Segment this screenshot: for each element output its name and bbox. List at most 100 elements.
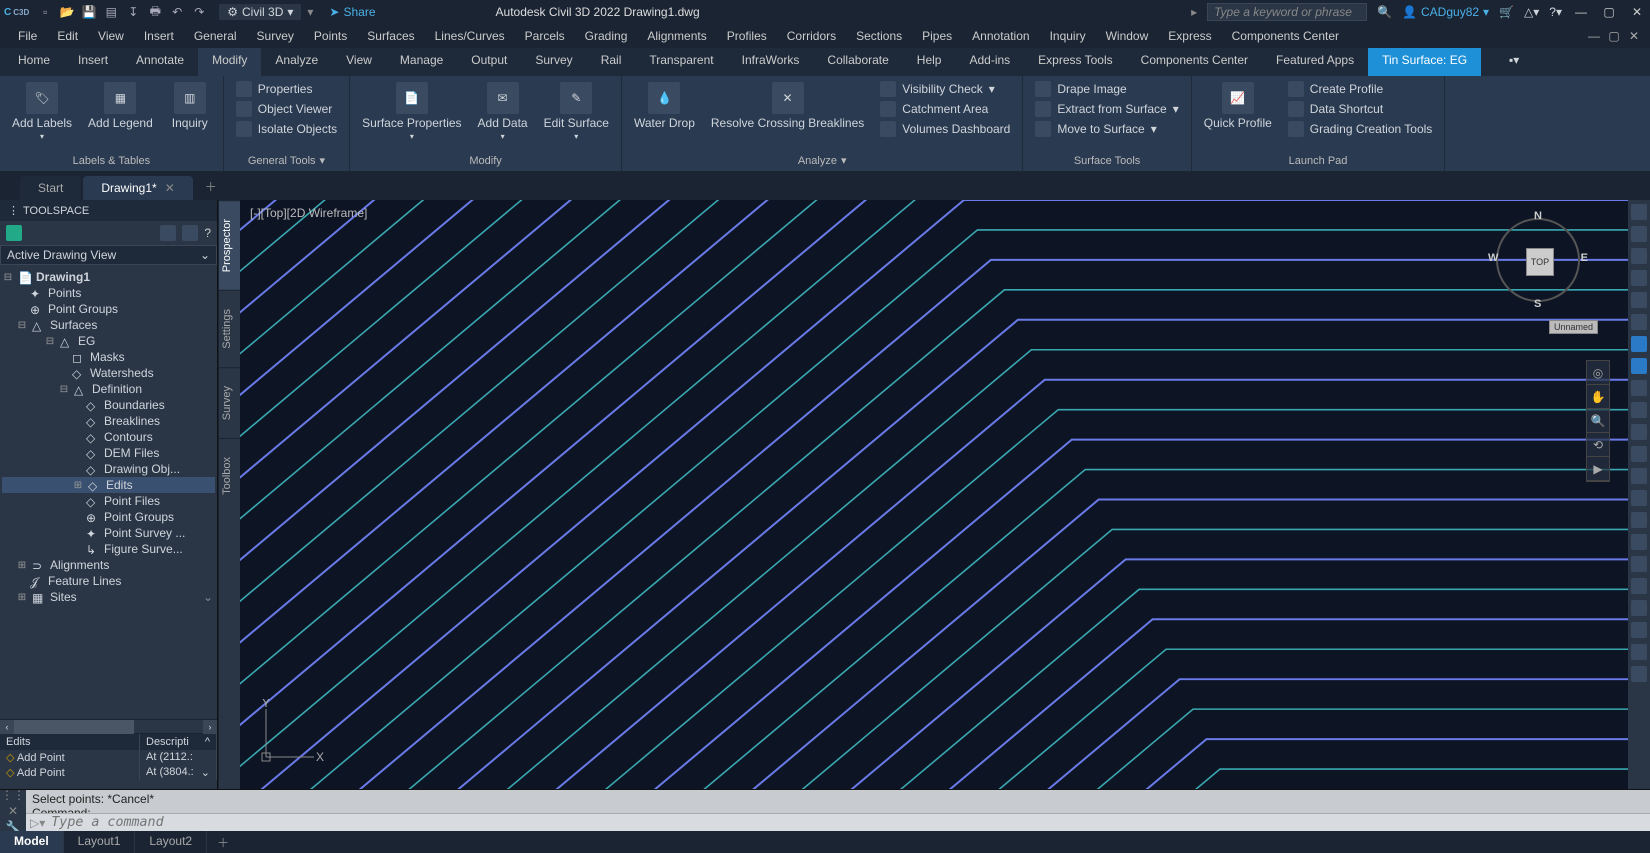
rtab-analyze[interactable]: Analyze — [261, 48, 332, 76]
maximize-button[interactable]: ▢ — [1600, 5, 1618, 19]
saveas-icon[interactable]: ▤ — [103, 4, 119, 20]
menu-sections[interactable]: Sections — [846, 26, 912, 46]
col-description[interactable]: Descripti ^ — [140, 734, 217, 750]
prospector-tree[interactable]: ⊟📄Drawing1 ✦Points ⊕Point Groups ⊟△Surfa… — [0, 265, 217, 719]
tree-point-files[interactable]: Point Files — [104, 494, 160, 508]
rtab-annotate[interactable]: Annotate — [122, 48, 198, 76]
rail-icon[interactable] — [1631, 336, 1647, 352]
rail-icon[interactable] — [1631, 380, 1647, 396]
mdi-restore-button[interactable]: ▢ — [1606, 29, 1622, 43]
scroll-right-icon[interactable]: › — [203, 720, 217, 734]
nav-orbit-icon[interactable]: ⟲ — [1587, 433, 1609, 457]
menu-window[interactable]: Window — [1096, 26, 1159, 46]
tree-definition[interactable]: Definition — [92, 382, 142, 396]
viewcube-top[interactable]: TOP — [1526, 248, 1554, 276]
rail-icon[interactable] — [1631, 666, 1647, 682]
panel-title[interactable]: General Tools▾ — [232, 152, 341, 167]
add-layout-button[interactable]: ＋ — [207, 831, 239, 853]
cmdline-grip-icon[interactable]: ⋮⋮ — [1, 788, 25, 802]
help-search-input[interactable]: Type a keyword or phrase — [1207, 3, 1367, 21]
menu-file[interactable]: File — [8, 26, 47, 46]
rail-icon[interactable] — [1631, 644, 1647, 660]
side-tab-survey[interactable]: Survey — [219, 367, 240, 438]
autodesk-icon[interactable]: △▾ — [1524, 5, 1539, 19]
create-profile-button[interactable]: Create Profile — [1284, 80, 1437, 98]
rtab-output[interactable]: Output — [457, 48, 521, 76]
tree-dem[interactable]: DEM Files — [104, 446, 159, 460]
new-icon[interactable]: ▫ — [37, 4, 53, 20]
col-edits[interactable]: Edits — [0, 734, 140, 750]
redo-icon[interactable]: ↷ — [191, 4, 207, 20]
tree-feature-lines[interactable]: Feature Lines — [48, 574, 121, 588]
rtab-help[interactable]: Help — [903, 48, 956, 76]
rail-icon[interactable] — [1631, 600, 1647, 616]
rtab-insert[interactable]: Insert — [64, 48, 122, 76]
visibility-check-button[interactable]: Visibility Check ▾ — [876, 80, 1014, 98]
toolspace-icon1[interactable] — [6, 225, 22, 241]
resolve-crossing-button[interactable]: ✕Resolve Crossing Breaklines — [707, 80, 868, 132]
tree-alignments[interactable]: Alignments — [50, 558, 109, 572]
tree-point-survey[interactable]: Point Survey ... — [104, 526, 185, 540]
rtab-express-tools[interactable]: Express Tools — [1024, 48, 1126, 76]
start-tab[interactable]: Start — [20, 176, 81, 200]
viewcube-e[interactable]: E — [1581, 252, 1588, 264]
qat-dropdown-icon[interactable]: ▾ — [307, 5, 313, 19]
rail-icon[interactable] — [1631, 578, 1647, 594]
rail-icon[interactable] — [1631, 402, 1647, 418]
menu-alignments[interactable]: Alignments — [637, 26, 716, 46]
extract-surface-button[interactable]: Extract from Surface ▾ — [1031, 100, 1182, 118]
tree-point-groups[interactable]: Point Groups — [48, 302, 118, 316]
tree-point-groups-2[interactable]: Point Groups — [104, 510, 174, 524]
side-tab-toolbox[interactable]: Toolbox — [219, 438, 240, 513]
open-icon[interactable]: 📂 — [59, 4, 75, 20]
rail-icon[interactable] — [1631, 204, 1647, 220]
menu-pipes[interactable]: Pipes — [912, 26, 962, 46]
toolspace-icon3[interactable] — [182, 225, 198, 241]
object-viewer-button[interactable]: Object Viewer — [232, 100, 341, 118]
close-tab-icon[interactable]: ✕ — [165, 181, 175, 195]
rail-icon[interactable] — [1631, 534, 1647, 550]
panel-title[interactable]: Analyze▾ — [630, 152, 1014, 167]
rail-icon[interactable] — [1631, 490, 1647, 506]
tree-watersheds[interactable]: Watersheds — [90, 366, 154, 380]
side-tab-settings[interactable]: Settings — [219, 290, 240, 367]
help-icon[interactable]: ?▾ — [1549, 5, 1562, 19]
grading-tools-button[interactable]: Grading Creation Tools — [1284, 120, 1437, 138]
layout1-tab[interactable]: Layout1 — [64, 831, 136, 853]
side-tab-prospector[interactable]: Prospector — [219, 200, 240, 290]
nav-zoom-icon[interactable]: 🔍 — [1587, 409, 1609, 433]
tree-boundaries[interactable]: Boundaries — [104, 398, 165, 412]
inquiry-button[interactable]: ▥Inquiry — [165, 80, 215, 132]
command-input[interactable] — [51, 815, 1646, 830]
tree-contours[interactable]: Contours — [104, 430, 153, 444]
rtab-home[interactable]: Home — [4, 48, 64, 76]
rail-icon[interactable] — [1631, 292, 1647, 308]
rail-icon[interactable] — [1631, 248, 1647, 264]
add-labels-button[interactable]: 🏷Add Labels▾ — [8, 80, 76, 143]
tree-scrollbar[interactable]: ‹ › — [0, 719, 217, 733]
plot-icon[interactable]: ↧ — [125, 4, 141, 20]
nav-showmotion-icon[interactable]: ▶ — [1587, 457, 1609, 481]
mdi-close-button[interactable]: ✕ — [1626, 29, 1642, 43]
menu-surfaces[interactable]: Surfaces — [357, 26, 424, 46]
edit-surface-button[interactable]: ✎Edit Surface▾ — [540, 80, 613, 143]
viewcube-named-view[interactable]: Unnamed — [1549, 320, 1598, 334]
toolspace-icon2[interactable] — [160, 225, 176, 241]
rail-icon[interactable] — [1631, 424, 1647, 440]
viewport-label[interactable]: [-][Top][2D Wireframe] — [250, 206, 367, 220]
rtab-components-center[interactable]: Components Center — [1127, 48, 1262, 76]
mdi-minimize-button[interactable]: — — [1586, 29, 1602, 43]
view-cube[interactable]: TOP N S E W Unnamed — [1488, 210, 1588, 310]
rail-icon[interactable] — [1631, 226, 1647, 242]
model-tab[interactable]: Model — [0, 831, 64, 853]
grid-row[interactable]: ◇ Add Point At (3804.: ⌄ — [0, 765, 217, 780]
menu-edit[interactable]: Edit — [47, 26, 88, 46]
menu-insert[interactable]: Insert — [134, 26, 184, 46]
menu-components-center[interactable]: Components Center — [1222, 26, 1349, 46]
save-icon[interactable]: 💾 — [81, 4, 97, 20]
tree-surfaces[interactable]: Surfaces — [50, 318, 97, 332]
rail-icon[interactable] — [1631, 446, 1647, 462]
rail-icon[interactable] — [1631, 468, 1647, 484]
menu-parcels[interactable]: Parcels — [515, 26, 575, 46]
cart-icon[interactable]: 🛒 — [1499, 5, 1514, 19]
